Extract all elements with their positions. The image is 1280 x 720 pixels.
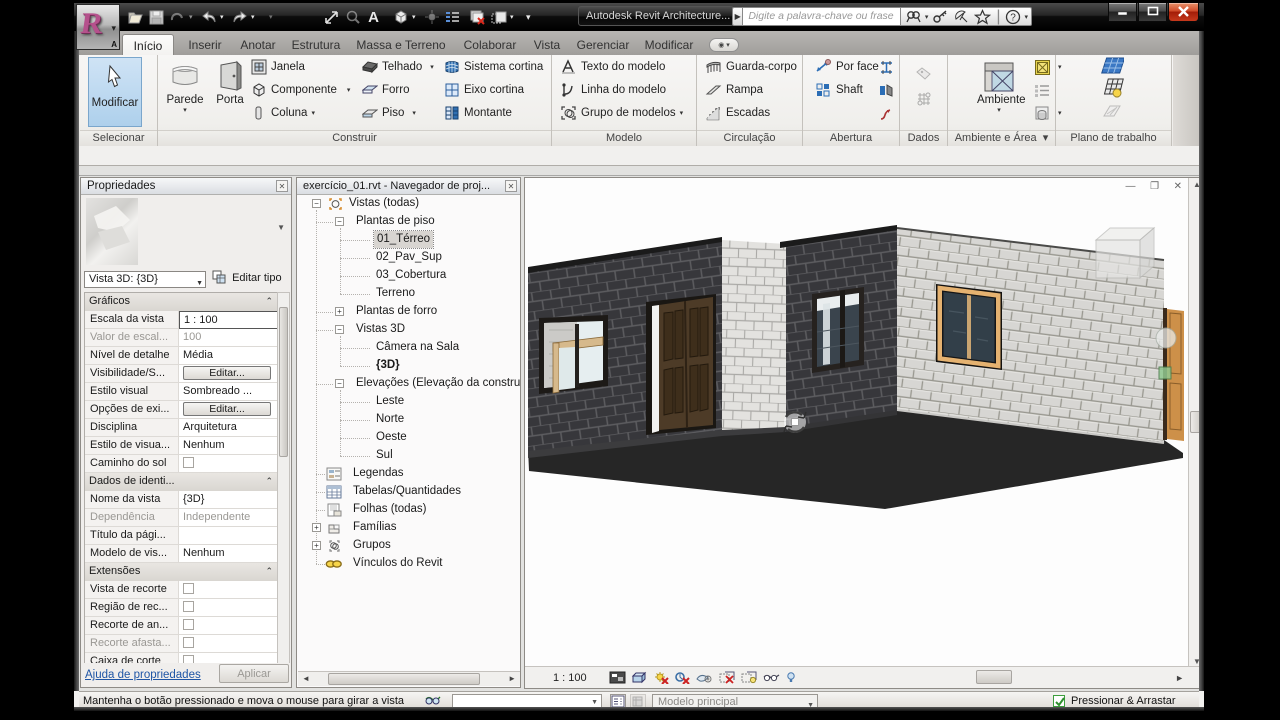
svg-text:?: ?	[1011, 12, 1017, 23]
